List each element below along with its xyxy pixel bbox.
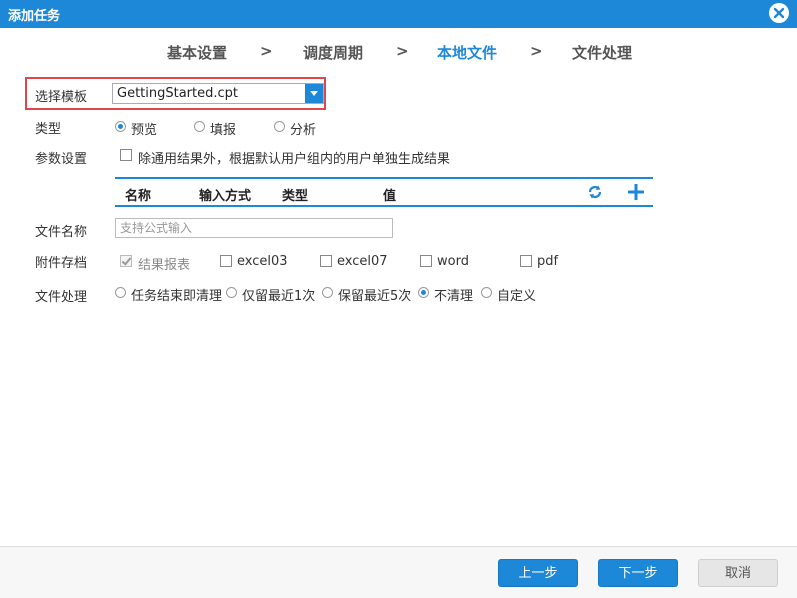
attach-option-excel07: excel07: [337, 254, 388, 269]
attach-checkbox-pdf[interactable]: [520, 255, 532, 267]
dialog-title: 添加任务: [8, 9, 61, 24]
attach-checkbox-excel07[interactable]: [320, 255, 332, 267]
fileproc-radio-keep-1[interactable]: [226, 287, 237, 298]
col-input-method: 输入方式: [199, 189, 252, 204]
type-radio-analysis[interactable]: [274, 121, 285, 132]
fileproc-option-keep-1: 仅留最近1次: [242, 289, 316, 304]
template-select[interactable]: GettingStarted.cpt: [112, 83, 324, 104]
step-local-file[interactable]: 本地文件: [437, 42, 497, 63]
type-label: 类型: [35, 122, 62, 137]
attach-option-result-report: 结果报表: [138, 258, 191, 273]
attach-option-word: word: [437, 254, 469, 269]
attach-checkbox-result-report: [120, 255, 132, 267]
fileproc-option-custom: 自定义: [497, 289, 537, 304]
filename-label: 文件名称: [35, 225, 88, 240]
attach-option-excel03: excel03: [237, 254, 288, 269]
template-select-value: GettingStarted.cpt: [117, 86, 239, 101]
step-file-processing[interactable]: 文件处理: [572, 42, 632, 63]
type-option-fill: 填报: [210, 123, 237, 138]
refresh-icon[interactable]: [587, 184, 603, 204]
step-indicator: 基本设置 > 调度周期 > 本地文件 > 文件处理: [0, 42, 797, 64]
close-button[interactable]: [769, 3, 789, 23]
col-value: 值: [383, 189, 397, 204]
type-option-preview: 预览: [131, 123, 158, 138]
attach-checkbox-word[interactable]: [420, 255, 432, 267]
fileproc-radio-keep-5[interactable]: [322, 287, 333, 298]
dialog-titlebar: 添加任务: [0, 0, 797, 28]
type-radio-fill[interactable]: [194, 121, 205, 132]
next-button[interactable]: 下一步: [598, 559, 678, 587]
step-schedule[interactable]: 调度周期: [303, 42, 363, 63]
prev-button[interactable]: 上一步: [498, 559, 578, 587]
param-table-header: 名称 输入方式 类型 值: [115, 177, 653, 207]
step-basic-settings[interactable]: 基本设置: [167, 42, 227, 63]
dialog-footer: 上一步 下一步 取消: [0, 546, 797, 598]
params-label: 参数设置: [35, 152, 88, 167]
type-radio-preview[interactable]: [115, 121, 126, 132]
params-checkbox[interactable]: [120, 149, 132, 161]
attach-option-pdf: pdf: [537, 254, 559, 269]
step-separator: >: [396, 42, 409, 60]
step-separator: >: [260, 42, 273, 60]
fileproc-radio-custom[interactable]: [481, 287, 492, 298]
chevron-down-icon[interactable]: [305, 84, 323, 103]
fileproc-label: 文件处理: [35, 290, 88, 305]
fileproc-radio-clean-on-end[interactable]: [115, 287, 126, 298]
add-icon[interactable]: [627, 183, 645, 205]
attach-checkbox-excel03[interactable]: [220, 255, 232, 267]
filename-input[interactable]: [116, 219, 392, 237]
fileproc-option-no-clean: 不清理: [434, 289, 474, 304]
step-separator: >: [530, 42, 543, 60]
fileproc-option-clean-on-end: 任务结束即清理: [131, 289, 223, 304]
fileproc-radio-no-clean[interactable]: [418, 287, 429, 298]
fileproc-option-keep-5: 保留最近5次: [338, 289, 412, 304]
params-checkbox-label: 除通用结果外，根据默认用户组内的用户单独生成结果: [138, 152, 451, 167]
cancel-button[interactable]: 取消: [698, 559, 778, 587]
close-icon: [773, 7, 785, 19]
col-name: 名称: [125, 189, 152, 204]
attach-label: 附件存档: [35, 256, 88, 271]
type-option-analysis: 分析: [290, 123, 317, 138]
filename-field[interactable]: [115, 218, 393, 238]
col-type: 类型: [282, 189, 309, 204]
template-label: 选择模板: [35, 90, 88, 105]
